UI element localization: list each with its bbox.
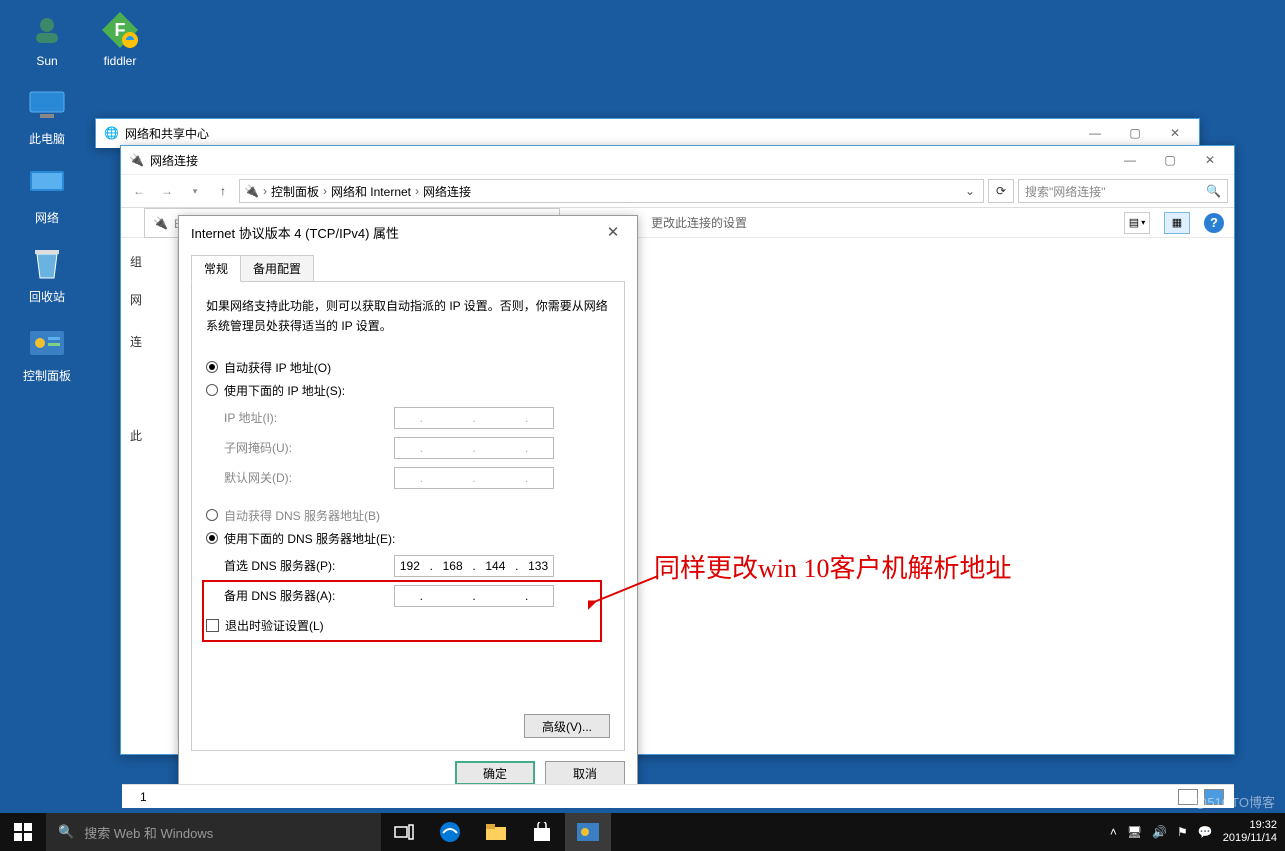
tray-chevron-icon[interactable]: ˄ xyxy=(1110,825,1117,839)
tray-network-icon[interactable]: 🖥 xyxy=(1127,825,1142,839)
breadcrumb-mid[interactable]: 网络和 Internet xyxy=(331,183,411,200)
nav-history-button[interactable]: ▾ xyxy=(183,179,207,203)
nsc-icon: 🌐 xyxy=(104,126,119,140)
search-placeholder: 搜索 Web 和 Windows xyxy=(84,823,213,842)
store-button[interactable] xyxy=(519,813,565,851)
close-button[interactable]: ✕ xyxy=(1155,119,1195,147)
search-placeholder: 搜索"网络连接" xyxy=(1025,183,1200,200)
tray-volume-icon[interactable]: 🔊 xyxy=(1152,825,1167,839)
preview-pane-button[interactable]: ▦ xyxy=(1164,212,1190,234)
navigation-bar: ← → ▾ ↑ 🔌 › 控制面板 › 网络和 Internet › 网络连接 ⌄… xyxy=(121,174,1234,208)
system-tray: ˄ 🖥 🔊 ⚑ 💬 19:32 2019/11/14 xyxy=(1102,813,1285,851)
network-sharing-center-window: 🌐 网络和共享中心 — ▢ ✕ xyxy=(95,118,1200,148)
radio-manual-dns[interactable]: 使用下面的 DNS 服务器地址(E): xyxy=(206,530,610,547)
desktop-icon-this-pc[interactable]: 此电脑 xyxy=(12,86,82,147)
radio-icon xyxy=(206,532,218,544)
tab-general[interactable]: 常规 xyxy=(191,255,241,282)
dialog-title: Internet 协议版本 4 (TCP/IPv4) 属性 xyxy=(191,223,399,242)
address-bar[interactable]: 🔌 › 控制面板 › 网络和 Internet › 网络连接 ⌄ xyxy=(239,179,984,203)
taskbar: 🔍 搜索 Web 和 Windows ˄ 🖥 🔊 ⚑ 💬 19:32 2019/… xyxy=(0,813,1285,851)
nav-back-button[interactable]: ← xyxy=(127,179,151,203)
ok-button[interactable]: 确定 xyxy=(455,761,535,785)
tray-flag-icon[interactable]: ⚑ xyxy=(1177,825,1188,839)
desktop-icon-fiddler[interactable]: F fiddler xyxy=(85,10,155,68)
close-button[interactable]: ✕ xyxy=(593,216,633,248)
breadcrumb-leaf[interactable]: 网络连接 xyxy=(423,183,471,200)
nav-up-button[interactable]: ↑ xyxy=(211,179,235,203)
minimize-button[interactable]: — xyxy=(1075,119,1115,147)
taskbar-search-input[interactable]: 🔍 搜索 Web 和 Windows xyxy=(46,813,381,851)
radio-auto-dns[interactable]: 自动获得 DNS 服务器地址(B) xyxy=(206,507,610,524)
tab-alternate[interactable]: 备用配置 xyxy=(240,255,314,282)
folder-icon: 🔌 xyxy=(244,184,259,198)
ipv4-properties-dialog: Internet 协议版本 4 (TCP/IPv4) 属性 ✕ 常规 备用配置 … xyxy=(178,215,638,797)
gateway-input: ... xyxy=(394,467,554,489)
breadcrumb-root[interactable]: 控制面板 xyxy=(271,183,319,200)
desktop-icon-label: fiddler xyxy=(85,54,155,68)
window-title: 网络连接 xyxy=(150,152,198,169)
intro-text: 如果网络支持此功能，则可以获取自动指派的 IP 设置。否则，你需要从网络系统管理… xyxy=(206,296,610,337)
minimize-button[interactable]: — xyxy=(1110,146,1150,174)
search-icon: 🔍 xyxy=(58,824,74,840)
desktop-icon-label: 控制面板 xyxy=(12,367,82,384)
edge-browser-button[interactable] xyxy=(427,813,473,851)
window-title: 网络和共享中心 xyxy=(125,125,209,142)
desktop-icon-label: 网络 xyxy=(12,209,82,226)
control-panel-taskbar-button[interactable] xyxy=(565,813,611,851)
desktop-icon-label: 此电脑 xyxy=(12,130,82,147)
checkbox-icon xyxy=(206,619,219,632)
alternate-dns-input[interactable]: ... xyxy=(394,585,554,607)
task-view-button[interactable] xyxy=(381,813,427,851)
item-count: 1 xyxy=(140,790,147,804)
preferred-dns-input[interactable]: 192. 168. 144. 133 xyxy=(394,555,554,577)
desktop-icon-recycle-bin[interactable]: 回收站 xyxy=(12,244,82,305)
ip-address-input: ... xyxy=(394,407,554,429)
radio-icon xyxy=(206,384,218,396)
desktop-icon-label: 回收站 xyxy=(12,288,82,305)
nc-icon: 🔌 xyxy=(129,153,144,167)
maximize-button[interactable]: ▢ xyxy=(1115,119,1155,147)
label-gw: 默认网关(D): xyxy=(224,469,394,486)
advanced-button[interactable]: 高级(V)... xyxy=(524,714,610,738)
tray-notifications-icon[interactable]: 💬 xyxy=(1198,825,1213,839)
cmdbar-change-settings[interactable]: 更改此连接的设置 xyxy=(651,214,747,231)
radio-icon xyxy=(206,361,218,373)
subnet-mask-input: ... xyxy=(394,437,554,459)
cancel-button[interactable]: 取消 xyxy=(545,761,625,785)
annotation-text: 同样更改win 10客户机解析地址 xyxy=(654,548,1012,585)
view-button[interactable]: ▤▾ xyxy=(1124,212,1150,234)
label-mask: 子网掩码(U): xyxy=(224,439,394,456)
search-icon: 🔍 xyxy=(1206,184,1221,198)
taskbar-clock[interactable]: 19:32 2019/11/14 xyxy=(1223,819,1277,845)
desktop-icon-label: Sun xyxy=(12,54,82,68)
adapter-icon: 🔌 xyxy=(153,216,168,230)
left-column-stub: 组 网 连 此 xyxy=(122,240,178,740)
label-dns1: 首选 DNS 服务器(P): xyxy=(224,557,394,574)
desktop-icon-sun[interactable]: Sun xyxy=(12,10,82,68)
validate-on-exit-checkbox[interactable]: 退出时验证设置(L) xyxy=(206,617,610,634)
network-connections-statusbar: 1 xyxy=(122,784,1234,808)
address-dropdown[interactable]: ⌄ xyxy=(961,184,979,198)
label-dns2: 备用 DNS 服务器(A): xyxy=(224,587,394,604)
watermark: @51CTO博客 xyxy=(1194,792,1275,811)
label-ip: IP 地址(I): xyxy=(224,409,394,426)
search-input[interactable]: 搜索"网络连接" 🔍 xyxy=(1018,179,1228,203)
desktop-icon-network[interactable]: 网络 xyxy=(12,165,82,226)
nav-forward-button[interactable]: → xyxy=(155,179,179,203)
radio-manual-ip[interactable]: 使用下面的 IP 地址(S): xyxy=(206,382,610,399)
start-button[interactable] xyxy=(0,813,46,851)
radio-icon xyxy=(206,509,218,521)
help-icon[interactable]: ? xyxy=(1204,213,1224,233)
maximize-button[interactable]: ▢ xyxy=(1150,146,1190,174)
close-button[interactable]: ✕ xyxy=(1190,146,1230,174)
radio-auto-ip[interactable]: 自动获得 IP 地址(O) xyxy=(206,359,610,376)
file-explorer-button[interactable] xyxy=(473,813,519,851)
desktop-icon-control-panel[interactable]: 控制面板 xyxy=(12,323,82,384)
refresh-button[interactable]: ⟳ xyxy=(988,179,1014,203)
